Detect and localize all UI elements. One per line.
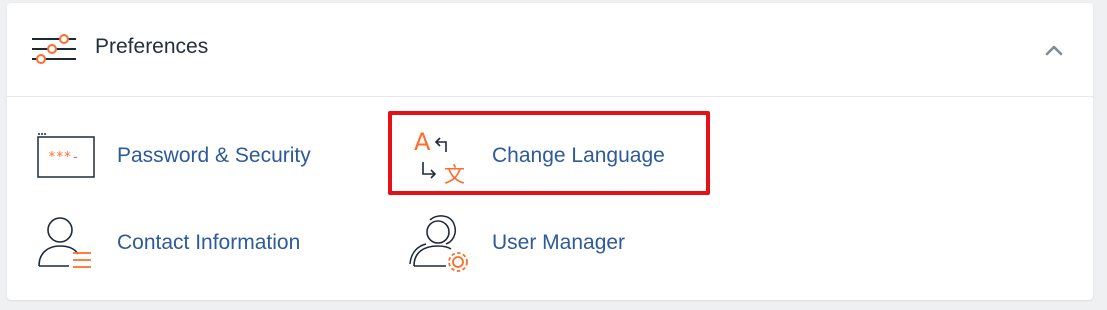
contact-information-link[interactable]: Contact Information bbox=[29, 208, 359, 278]
latin-a-glyph: A bbox=[414, 128, 431, 156]
change-language-link[interactable]: A 文 Change Language bbox=[406, 122, 706, 192]
chevron-up-icon[interactable] bbox=[1039, 37, 1069, 63]
user-manager-link[interactable]: User Manager bbox=[406, 208, 706, 278]
contact-information-label: Contact Information bbox=[117, 231, 301, 254]
sliders-icon bbox=[32, 34, 76, 64]
users-gear-icon bbox=[409, 215, 468, 272]
user-contact-icon bbox=[38, 217, 91, 268]
section-title: Preferences bbox=[95, 35, 209, 58]
password-security-label: Password & Security bbox=[117, 144, 311, 167]
translate-icon: A 文 bbox=[414, 128, 465, 187]
password-field-icon: ***- bbox=[37, 133, 95, 178]
password-security-link[interactable]: ***- Password & Security bbox=[29, 122, 359, 192]
user-manager-label: User Manager bbox=[492, 231, 626, 254]
change-language-label: Change Language bbox=[492, 144, 665, 167]
panel-header[interactable]: Preferences bbox=[7, 3, 1093, 97]
preferences-panel: Preferences ***- Password & Security A 文… bbox=[7, 3, 1093, 300]
cjk-glyph: 文 bbox=[444, 163, 465, 187]
password-mask-text: ***- bbox=[48, 150, 79, 165]
